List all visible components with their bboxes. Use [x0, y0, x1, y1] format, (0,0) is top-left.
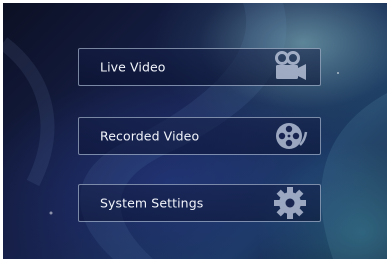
video-camera-icon [275, 51, 306, 80]
system-settings-label: System Settings [100, 195, 204, 211]
gear-icon [274, 187, 306, 219]
main-menu-screen: Live Video Recorded Video System Setting… [3, 3, 387, 259]
live-video-button[interactable]: Live Video [78, 48, 321, 86]
recorded-video-button[interactable]: Recorded Video [78, 117, 321, 155]
system-settings-button[interactable]: System Settings [78, 184, 321, 222]
live-video-label: Live Video [100, 59, 166, 75]
recorded-video-label: Recorded Video [100, 128, 200, 144]
film-reel-icon [276, 123, 308, 149]
